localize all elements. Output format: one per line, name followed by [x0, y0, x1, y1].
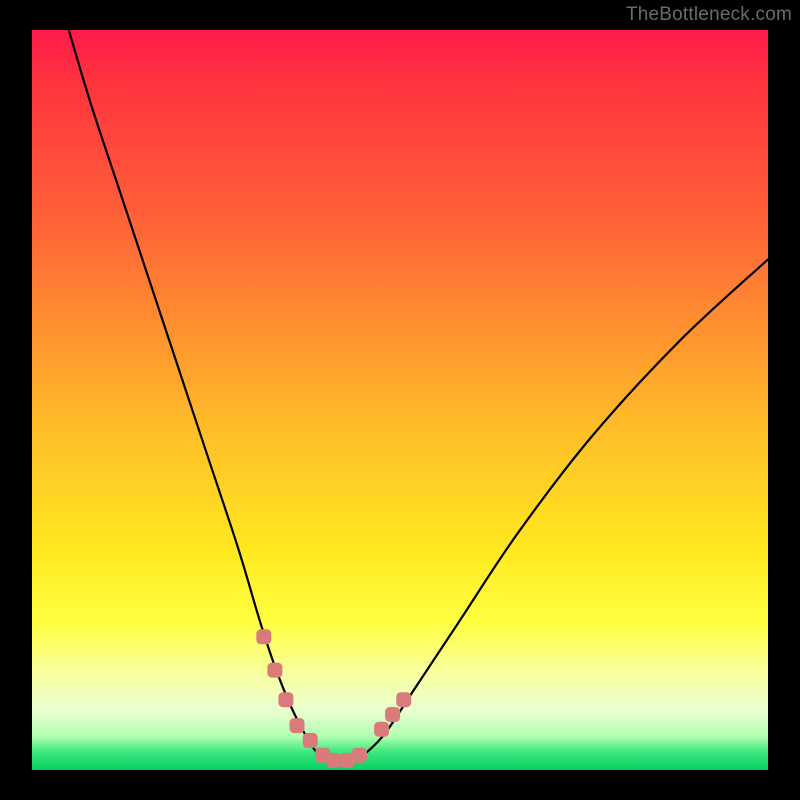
chart-frame: TheBottleneck.com	[0, 0, 800, 800]
curve-marker	[385, 707, 400, 722]
watermark-text: TheBottleneck.com	[626, 4, 792, 26]
curve-marker	[267, 663, 282, 678]
curve-marker	[256, 629, 271, 644]
curve-marker	[290, 718, 305, 733]
curve-marker	[303, 733, 318, 748]
curve-marker	[352, 748, 367, 763]
curve-marker	[374, 722, 389, 737]
bottleneck-curve	[69, 30, 768, 764]
curve-marker	[278, 692, 293, 707]
curve-marker	[396, 692, 411, 707]
curve-marker	[326, 753, 341, 768]
curve-svg	[32, 30, 768, 770]
plot-area	[32, 30, 768, 770]
marker-group	[256, 629, 411, 768]
